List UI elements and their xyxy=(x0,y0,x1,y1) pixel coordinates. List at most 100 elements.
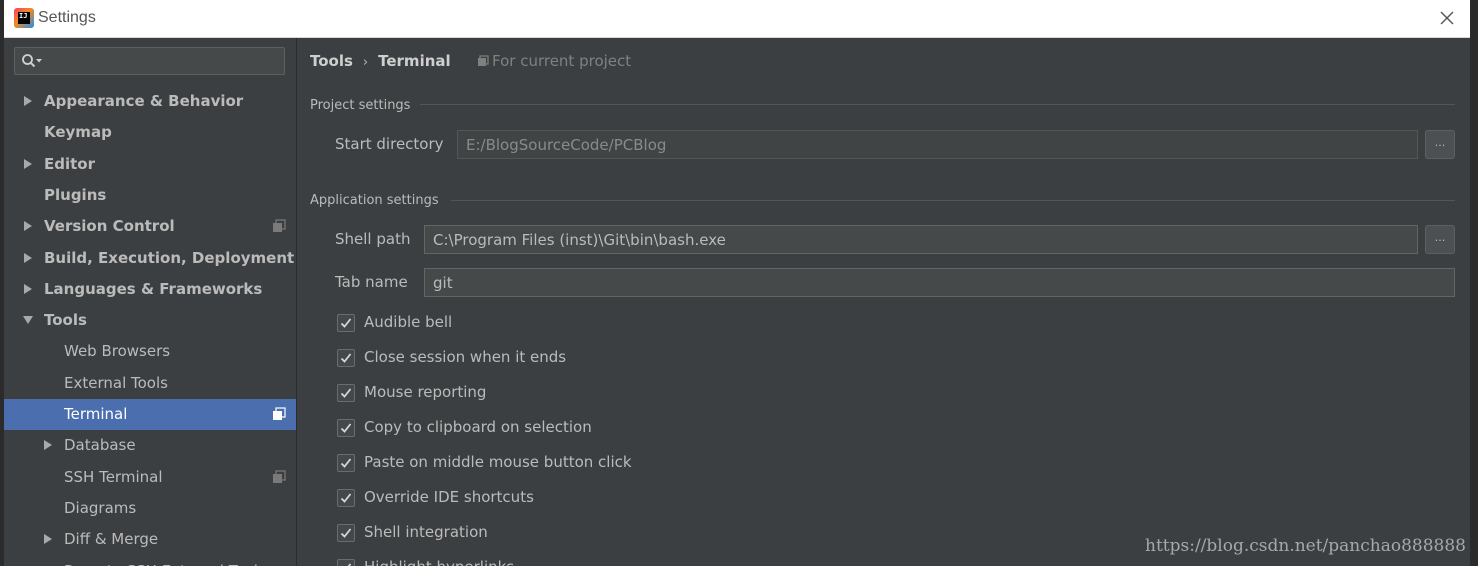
start-directory-label: Start directory xyxy=(335,135,444,153)
sidebar-item-label: External Tools xyxy=(64,373,168,392)
window-right-edge xyxy=(1470,0,1478,566)
sidebar-item-label: Plugins xyxy=(44,185,107,204)
window-title: Settings xyxy=(38,9,96,26)
sidebar-item-label: Version Control xyxy=(44,217,175,236)
project-settings-divider xyxy=(420,104,1455,105)
tab-name-label: Tab name xyxy=(335,273,408,291)
sidebar-item-label: Languages & Frameworks xyxy=(44,279,263,298)
sidebar-item-ssh-terminal[interactable]: SSH Terminal xyxy=(4,462,296,493)
checkmark-icon xyxy=(340,493,352,503)
chevron-right-icon[interactable] xyxy=(42,439,54,451)
chevron-right-icon[interactable] xyxy=(42,533,54,545)
terminal-settings-panel: Tools › Terminal For current project Proje… xyxy=(297,38,1470,566)
sidebar-item-diagrams[interactable]: Diagrams xyxy=(4,493,296,524)
sidebar-item-appearance-behavior[interactable]: Appearance & Behavior xyxy=(4,86,296,117)
checkbox-label: Audible bell xyxy=(364,313,453,331)
project-scope-label: For current project xyxy=(492,52,632,70)
checkbox-box[interactable] xyxy=(337,524,355,542)
project-scope-icon xyxy=(273,219,286,233)
chevron-right-icon[interactable] xyxy=(22,220,34,232)
checkbox-box[interactable] xyxy=(337,454,355,472)
checkbox-box[interactable] xyxy=(337,489,355,507)
chevron-right-icon[interactable] xyxy=(22,158,34,170)
checkmark-icon xyxy=(340,388,352,398)
close-icon xyxy=(1440,11,1454,25)
sidebar-item-label: Terminal xyxy=(64,405,128,423)
sidebar-item-external-tools[interactable]: External Tools xyxy=(4,368,296,399)
chevron-down-icon[interactable] xyxy=(22,314,34,326)
sidebar-item-tools[interactable]: Tools xyxy=(4,305,296,336)
sidebar-item-diff-merge[interactable]: Diff & Merge xyxy=(4,524,296,555)
checkbox-box[interactable] xyxy=(337,314,355,332)
sidebar-item-label: Diagrams xyxy=(64,498,137,517)
sidebar-item-version-control[interactable]: Version Control xyxy=(4,211,296,242)
sidebar-item-terminal[interactable]: Terminal xyxy=(4,399,296,430)
sidebar-item-label: Database xyxy=(64,436,136,455)
sidebar-item-label: Build, Execution, Deployment xyxy=(44,248,295,267)
checkbox-box[interactable] xyxy=(337,384,355,402)
checkmark-icon xyxy=(340,318,352,328)
project-scope-icon xyxy=(273,469,286,483)
checkmark-icon xyxy=(340,458,352,468)
sidebar-item-label: Remote SSH External Tools xyxy=(64,562,266,566)
breadcrumb-current: Terminal xyxy=(378,52,451,70)
title-bar: IJ Settings xyxy=(4,0,1470,38)
sidebar-item-remote-ssh-external-tools[interactable]: Remote SSH External Tools xyxy=(4,556,296,566)
checkbox-label: Shell integration xyxy=(364,523,488,541)
breadcrumb-parent: Tools xyxy=(310,52,353,70)
sidebar-item-plugins[interactable]: Plugins xyxy=(4,180,296,211)
sidebar-item-label: Appearance & Behavior xyxy=(44,92,244,110)
checkbox-label: Copy to clipboard on selection xyxy=(364,418,592,436)
intellij-app-icon: IJ xyxy=(14,8,34,28)
checkmark-icon xyxy=(340,423,352,433)
checkbox-box[interactable] xyxy=(337,419,355,437)
search-input[interactable] xyxy=(47,50,281,74)
checkbox-label: Paste on middle mouse button click xyxy=(364,453,632,471)
sidebar-item-web-browsers[interactable]: Web Browsers xyxy=(4,336,296,367)
sidebar-item-label: Editor xyxy=(44,154,95,173)
project-scope-note: For current project xyxy=(477,52,631,70)
sidebar-item-build-execution-deployment[interactable]: Build, Execution, Deployment xyxy=(4,243,296,274)
settings-sidebar: Appearance & Behavior Keymap Editor Plugins… xyxy=(4,38,297,566)
settings-window: IJ Settings Appearance & Behavior Keymap E… xyxy=(0,0,1478,566)
sidebar-item-database[interactable]: Database xyxy=(4,430,296,461)
sidebar-item-label: Web Browsers xyxy=(64,342,171,361)
sidebar-item-editor[interactable]: Editor xyxy=(4,149,296,180)
checkbox-box[interactable] xyxy=(337,349,355,367)
sidebar-item-label: Keymap xyxy=(44,123,112,142)
checkbox-label: Override IDE shortcuts xyxy=(364,488,534,506)
sidebar-item-languages-frameworks[interactable]: Languages & Frameworks xyxy=(4,274,296,305)
shell-path-browse-button[interactable]: ... xyxy=(1425,225,1455,254)
chevron-right-icon[interactable] xyxy=(22,95,34,107)
sidebar-item-label: SSH Terminal xyxy=(64,467,163,486)
start-directory-browse-button[interactable]: ... xyxy=(1425,130,1455,159)
project-scope-icon xyxy=(478,55,489,66)
breadcrumb: Tools › Terminal xyxy=(310,52,451,70)
shell-path-field[interactable]: C:\Program Files (inst)\Git\bin\bash.exe xyxy=(424,225,1418,254)
checkmark-icon xyxy=(340,528,352,538)
watermark-text: https://blog.csdn.net/panchao888888 xyxy=(1145,536,1466,556)
tab-name-field[interactable]: git xyxy=(424,268,1455,297)
close-button[interactable] xyxy=(1436,7,1458,29)
breadcrumb-separator: › xyxy=(362,55,369,70)
project-scope-icon xyxy=(273,407,286,420)
app-icon-text: IJ xyxy=(18,12,30,24)
checkbox-label: Close session when it ends xyxy=(364,348,567,366)
chevron-right-icon[interactable] xyxy=(22,283,34,295)
checkbox-box[interactable] xyxy=(337,559,355,566)
sidebar-item-label: Diff & Merge xyxy=(64,530,159,549)
start-directory-field[interactable]: E:/BlogSourceCode/PCBlog xyxy=(457,130,1418,159)
application-settings-heading: Application settings xyxy=(310,193,439,208)
project-settings-heading: Project settings xyxy=(310,98,411,113)
search-box[interactable] xyxy=(14,47,285,75)
checkmark-icon xyxy=(347,563,352,566)
checkmark-icon xyxy=(340,353,352,363)
sidebar-item-label: Tools xyxy=(44,311,87,330)
chevron-right-icon[interactable] xyxy=(22,252,34,264)
shell-path-label: Shell path xyxy=(335,230,411,248)
sidebar-item-keymap[interactable]: Keymap xyxy=(4,117,296,148)
search-icon[interactable] xyxy=(21,53,43,69)
checkbox-label: Highlight hyperlinks xyxy=(364,558,514,566)
checkbox-label: Mouse reporting xyxy=(364,383,487,401)
application-settings-divider xyxy=(451,200,1455,201)
